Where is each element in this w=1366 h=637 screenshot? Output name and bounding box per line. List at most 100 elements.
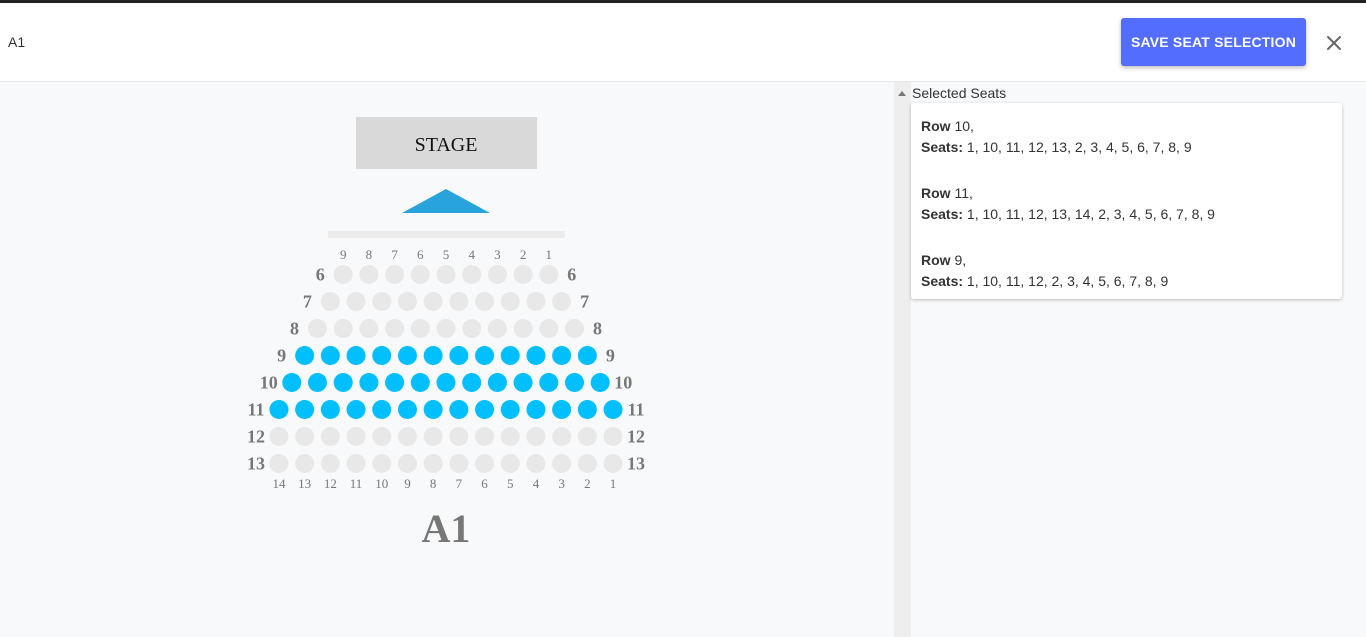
seat-available[interactable]	[449, 427, 469, 446]
seat-selected[interactable]	[590, 373, 610, 392]
seat-available[interactable]	[295, 427, 315, 446]
seat-available[interactable]	[423, 427, 443, 446]
seat-available[interactable]	[526, 454, 546, 473]
seat-available[interactable]	[577, 427, 597, 446]
seat-selected[interactable]	[397, 400, 417, 419]
seat-selected[interactable]	[346, 346, 366, 365]
seat-selected[interactable]	[462, 373, 482, 392]
seat-selected[interactable]	[359, 373, 379, 392]
seat-available[interactable]	[539, 319, 559, 338]
seat-available[interactable]	[577, 454, 597, 473]
seat-available[interactable]	[359, 265, 379, 284]
seat-available[interactable]	[436, 265, 456, 284]
seat-selected[interactable]	[385, 373, 405, 392]
seat-available[interactable]	[269, 454, 289, 473]
seat-selected[interactable]	[308, 373, 327, 392]
seat-available[interactable]	[320, 454, 340, 473]
seat-selected[interactable]	[500, 400, 520, 419]
seat-available[interactable]	[372, 427, 392, 446]
seat-selected[interactable]	[449, 400, 469, 419]
seat-available[interactable]	[603, 427, 623, 446]
seat-available[interactable]	[436, 319, 456, 338]
selected-seats-toggle[interactable]: Selected Seats	[898, 85, 1006, 101]
seat-available[interactable]	[500, 454, 520, 473]
seat-available[interactable]	[526, 427, 546, 446]
seat-selected[interactable]	[513, 373, 533, 392]
seat-selected[interactable]	[372, 346, 392, 365]
close-button[interactable]	[1320, 29, 1348, 57]
seat-selected[interactable]	[475, 400, 495, 419]
seat-available[interactable]	[346, 427, 366, 446]
seat-available[interactable]	[552, 427, 572, 446]
save-seat-selection-button[interactable]: SAVE SEAT SELECTION	[1121, 18, 1306, 66]
seat-available[interactable]	[449, 292, 469, 311]
seat-available[interactable]	[333, 265, 353, 284]
seat-selected[interactable]	[269, 400, 289, 419]
seat-selected[interactable]	[526, 400, 546, 419]
seat-selected[interactable]	[295, 346, 315, 365]
seat-selected[interactable]	[539, 373, 559, 392]
seat-selected[interactable]	[320, 346, 340, 365]
seat-available[interactable]	[565, 319, 584, 338]
seat-available[interactable]	[513, 319, 533, 338]
seat-selected[interactable]	[346, 400, 366, 419]
seat-selected[interactable]	[333, 373, 353, 392]
seat-available[interactable]	[449, 454, 469, 473]
seat-selected[interactable]	[295, 400, 315, 419]
seat-selected[interactable]	[526, 346, 546, 365]
seat-available[interactable]	[385, 319, 405, 338]
seat-available[interactable]	[333, 319, 353, 338]
seat-selected[interactable]	[436, 373, 456, 392]
seat-available[interactable]	[423, 292, 443, 311]
seat-available[interactable]	[359, 319, 379, 338]
seat-available[interactable]	[475, 454, 495, 473]
seat-available[interactable]	[475, 427, 495, 446]
seat-available[interactable]	[397, 454, 417, 473]
seat-available[interactable]	[603, 454, 623, 473]
seat-selected[interactable]	[603, 400, 623, 419]
seat-selected[interactable]	[449, 346, 469, 365]
seat-selected[interactable]	[423, 346, 443, 365]
seat-available[interactable]	[462, 265, 482, 284]
seat-available[interactable]	[372, 292, 392, 311]
seat-available[interactable]	[346, 292, 366, 311]
seat-available[interactable]	[410, 319, 430, 338]
seat-available[interactable]	[513, 265, 533, 284]
seat-available[interactable]	[423, 454, 443, 473]
seat-available[interactable]	[410, 265, 430, 284]
seat-available[interactable]	[397, 427, 417, 446]
seat-selected[interactable]	[475, 346, 495, 365]
seat-selected[interactable]	[552, 400, 572, 419]
seat-available[interactable]	[269, 427, 289, 446]
seat-available[interactable]	[308, 319, 327, 338]
seat-available[interactable]	[487, 265, 507, 284]
seat-selected[interactable]	[397, 346, 417, 365]
seat-available[interactable]	[487, 319, 507, 338]
seat-selected[interactable]	[577, 400, 597, 419]
seat-selected[interactable]	[410, 373, 430, 392]
seat-selected[interactable]	[423, 400, 443, 419]
seat-selected[interactable]	[372, 400, 392, 419]
seat-available[interactable]	[500, 292, 520, 311]
seat-available[interactable]	[385, 265, 405, 284]
seat-available[interactable]	[397, 292, 417, 311]
seat-available[interactable]	[526, 292, 546, 311]
seat-available[interactable]	[320, 427, 340, 446]
seat-selected[interactable]	[282, 373, 302, 392]
seat-selected[interactable]	[500, 346, 520, 365]
seat-available[interactable]	[539, 265, 559, 284]
seat-selected[interactable]	[552, 346, 572, 365]
seat-available[interactable]	[372, 454, 392, 473]
seat-selected[interactable]	[577, 346, 597, 365]
seat-selected[interactable]	[320, 400, 340, 419]
seat-available[interactable]	[500, 427, 520, 446]
seat-available[interactable]	[295, 454, 315, 473]
seat-available[interactable]	[346, 454, 366, 473]
seat-available[interactable]	[320, 292, 340, 311]
seat-available[interactable]	[552, 292, 572, 311]
seat-available[interactable]	[552, 454, 572, 473]
seat-available[interactable]	[462, 319, 482, 338]
seat-selected[interactable]	[487, 373, 507, 392]
seat-selected[interactable]	[565, 373, 584, 392]
seat-available[interactable]	[475, 292, 495, 311]
